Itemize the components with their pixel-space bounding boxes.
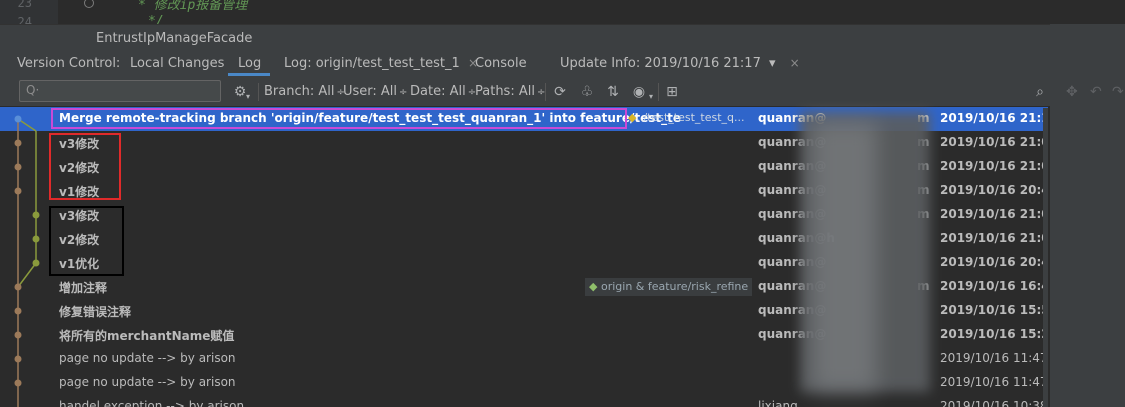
search-icon[interactable]: ⌕: [1031, 83, 1049, 101]
graph-node: [14, 379, 22, 387]
pin-icon[interactable]: ✥: [1066, 84, 1078, 100]
commit-subject: 修复错误注释: [59, 305, 132, 319]
commit-subject: page no update --> by arison: [59, 375, 236, 389]
branch-filter-label: Branch: All: [264, 84, 335, 99]
commit-subject: 增加注释: [59, 281, 108, 295]
close-icon[interactable]: ×: [790, 56, 800, 70]
commit-date: 2019/10/16 21:00: [940, 207, 1048, 221]
editor-strip: 23 24 * 修改ip报备管理 */: [0, 0, 1125, 24]
cherry-pick-icon[interactable]: ♧: [578, 83, 596, 101]
window-title: EntrustIpManageFacade: [96, 31, 253, 46]
graph-node: [14, 139, 22, 147]
tab-log[interactable]: Log: [238, 56, 261, 71]
commit-subject: handel exception --> by arison: [59, 399, 245, 407]
commit-refs: ◆ origin & feature/risk_refine: [585, 278, 753, 296]
commit-subject: 将所有的merchantName赋值: [59, 329, 235, 343]
chevron-down-icon: ▾: [649, 92, 654, 101]
graph-node: [32, 259, 40, 267]
vertical-scrollbar[interactable]: [1043, 108, 1048, 407]
graph-node: [14, 307, 22, 315]
version-control-label: Version Control:: [17, 56, 121, 71]
active-tab-indicator: [228, 73, 270, 76]
eye-icon[interactable]: ◉: [630, 83, 648, 101]
graph-edge: [17, 262, 37, 288]
annotation-box-black: [49, 206, 124, 276]
commit-refs-label: ../test_test_test_q...: [636, 111, 745, 124]
date-filter-label: Date: All: [410, 84, 466, 99]
tab-console[interactable]: Console: [475, 56, 527, 71]
commit-date: 2019/10/16 11:47: [940, 351, 1048, 365]
annotation-box-red: [49, 133, 121, 200]
user-filter-label: User: All: [343, 84, 398, 99]
user-filter[interactable]: User: All ÷: [343, 84, 407, 99]
commit-refs: ◆../test_test_test_q...: [628, 111, 745, 124]
undo-icon[interactable]: ↶: [1090, 84, 1102, 100]
paths-filter-label: Paths: All: [475, 84, 535, 99]
graph-node: [14, 283, 22, 291]
editor-gutter: 23 24: [0, 0, 94, 24]
chevron-down-icon[interactable]: ▾: [769, 56, 776, 71]
commit-date: 2019/10/16 10:38: [940, 399, 1048, 407]
branch-filter[interactable]: Branch: All ÷: [264, 84, 345, 99]
chevron-down-icon: ▾: [246, 92, 251, 101]
graph-node: [14, 115, 22, 123]
toolbar-separator: [258, 83, 259, 101]
search-icon: Q·: [26, 83, 40, 97]
commit-refs-label: origin & feature/risk_refine: [600, 280, 749, 293]
line-number: 23: [17, 0, 32, 10]
graph-node: [14, 163, 22, 171]
graph-node: [32, 211, 40, 219]
commit-date: 2019/10/16 20:45: [940, 183, 1048, 197]
refresh-icon[interactable]: ⟳: [551, 83, 569, 101]
table-row[interactable]: handel exception --> by arison lixiang 2…: [0, 395, 1048, 407]
right-toolbar-panel: ✥ ↶ ↷: [1050, 24, 1125, 407]
graph-node: [14, 331, 22, 339]
commit-date: 2019/10/16 21:17: [940, 111, 1048, 125]
commit-graph: [14, 115, 40, 407]
toolbar-separator: [658, 83, 659, 101]
paths-filter[interactable]: Paths: All ÷: [475, 84, 545, 99]
commit-date: 2019/10/16 21:00: [940, 231, 1048, 245]
commit-subject: page no update --> by arison: [59, 351, 236, 365]
toolbar-separator: [545, 83, 546, 101]
code-line: * 修改ip报备管理: [138, 0, 248, 13]
tab-log-origin[interactable]: Log: origin/test_test_test_1 ×: [284, 56, 478, 71]
commit-date: 2019/10/16 21:00: [940, 159, 1048, 173]
search-input[interactable]: Q·: [19, 80, 221, 102]
redo-icon[interactable]: ↷: [1112, 84, 1124, 100]
sort-icon: ÷: [399, 87, 408, 98]
fold-icon[interactable]: [84, 0, 94, 8]
tab-log-origin-label: Log: origin/test_test_test_1: [284, 56, 460, 71]
tab-update-info-label: Update Info: 2019/10/16 21:17: [560, 56, 761, 71]
commit-date: 2019/10/16 21:00: [940, 135, 1048, 149]
go-to-hash-icon[interactable]: ⊞: [663, 83, 681, 101]
tab-update-info[interactable]: Update Info: 2019/10/16 21:17 ▾ ×: [560, 56, 800, 71]
annotation-box-magenta: [51, 108, 627, 129]
tag-icon: ◆: [589, 280, 598, 293]
tool-window-title-bar: EntrustIpManageFacade: [0, 24, 1125, 52]
commit-date: 2019/10/16 20:45: [940, 255, 1048, 269]
sort-arrows-icon[interactable]: ⇅: [604, 83, 622, 101]
graph-node: [14, 187, 22, 195]
line-number: 24: [17, 15, 32, 24]
commit-date: 2019/10/16 11:47: [940, 375, 1048, 389]
commit-date: 2019/10/16 15:58: [940, 303, 1048, 317]
graph-node: [14, 355, 22, 363]
version-control-tab-bar: Version Control: Local Changes Log Log: …: [0, 51, 1055, 78]
commit-date: 2019/10/16 16:44: [940, 279, 1048, 293]
date-filter[interactable]: Date: All ÷: [410, 84, 476, 99]
redaction-blur: [812, 122, 877, 392]
graph-node: [32, 235, 40, 243]
tab-local-changes[interactable]: Local Changes: [130, 56, 224, 71]
code-line: */: [148, 14, 164, 24]
commit-date: 2019/10/16 15:23: [940, 327, 1048, 341]
commit-author: lixiang: [758, 399, 798, 407]
